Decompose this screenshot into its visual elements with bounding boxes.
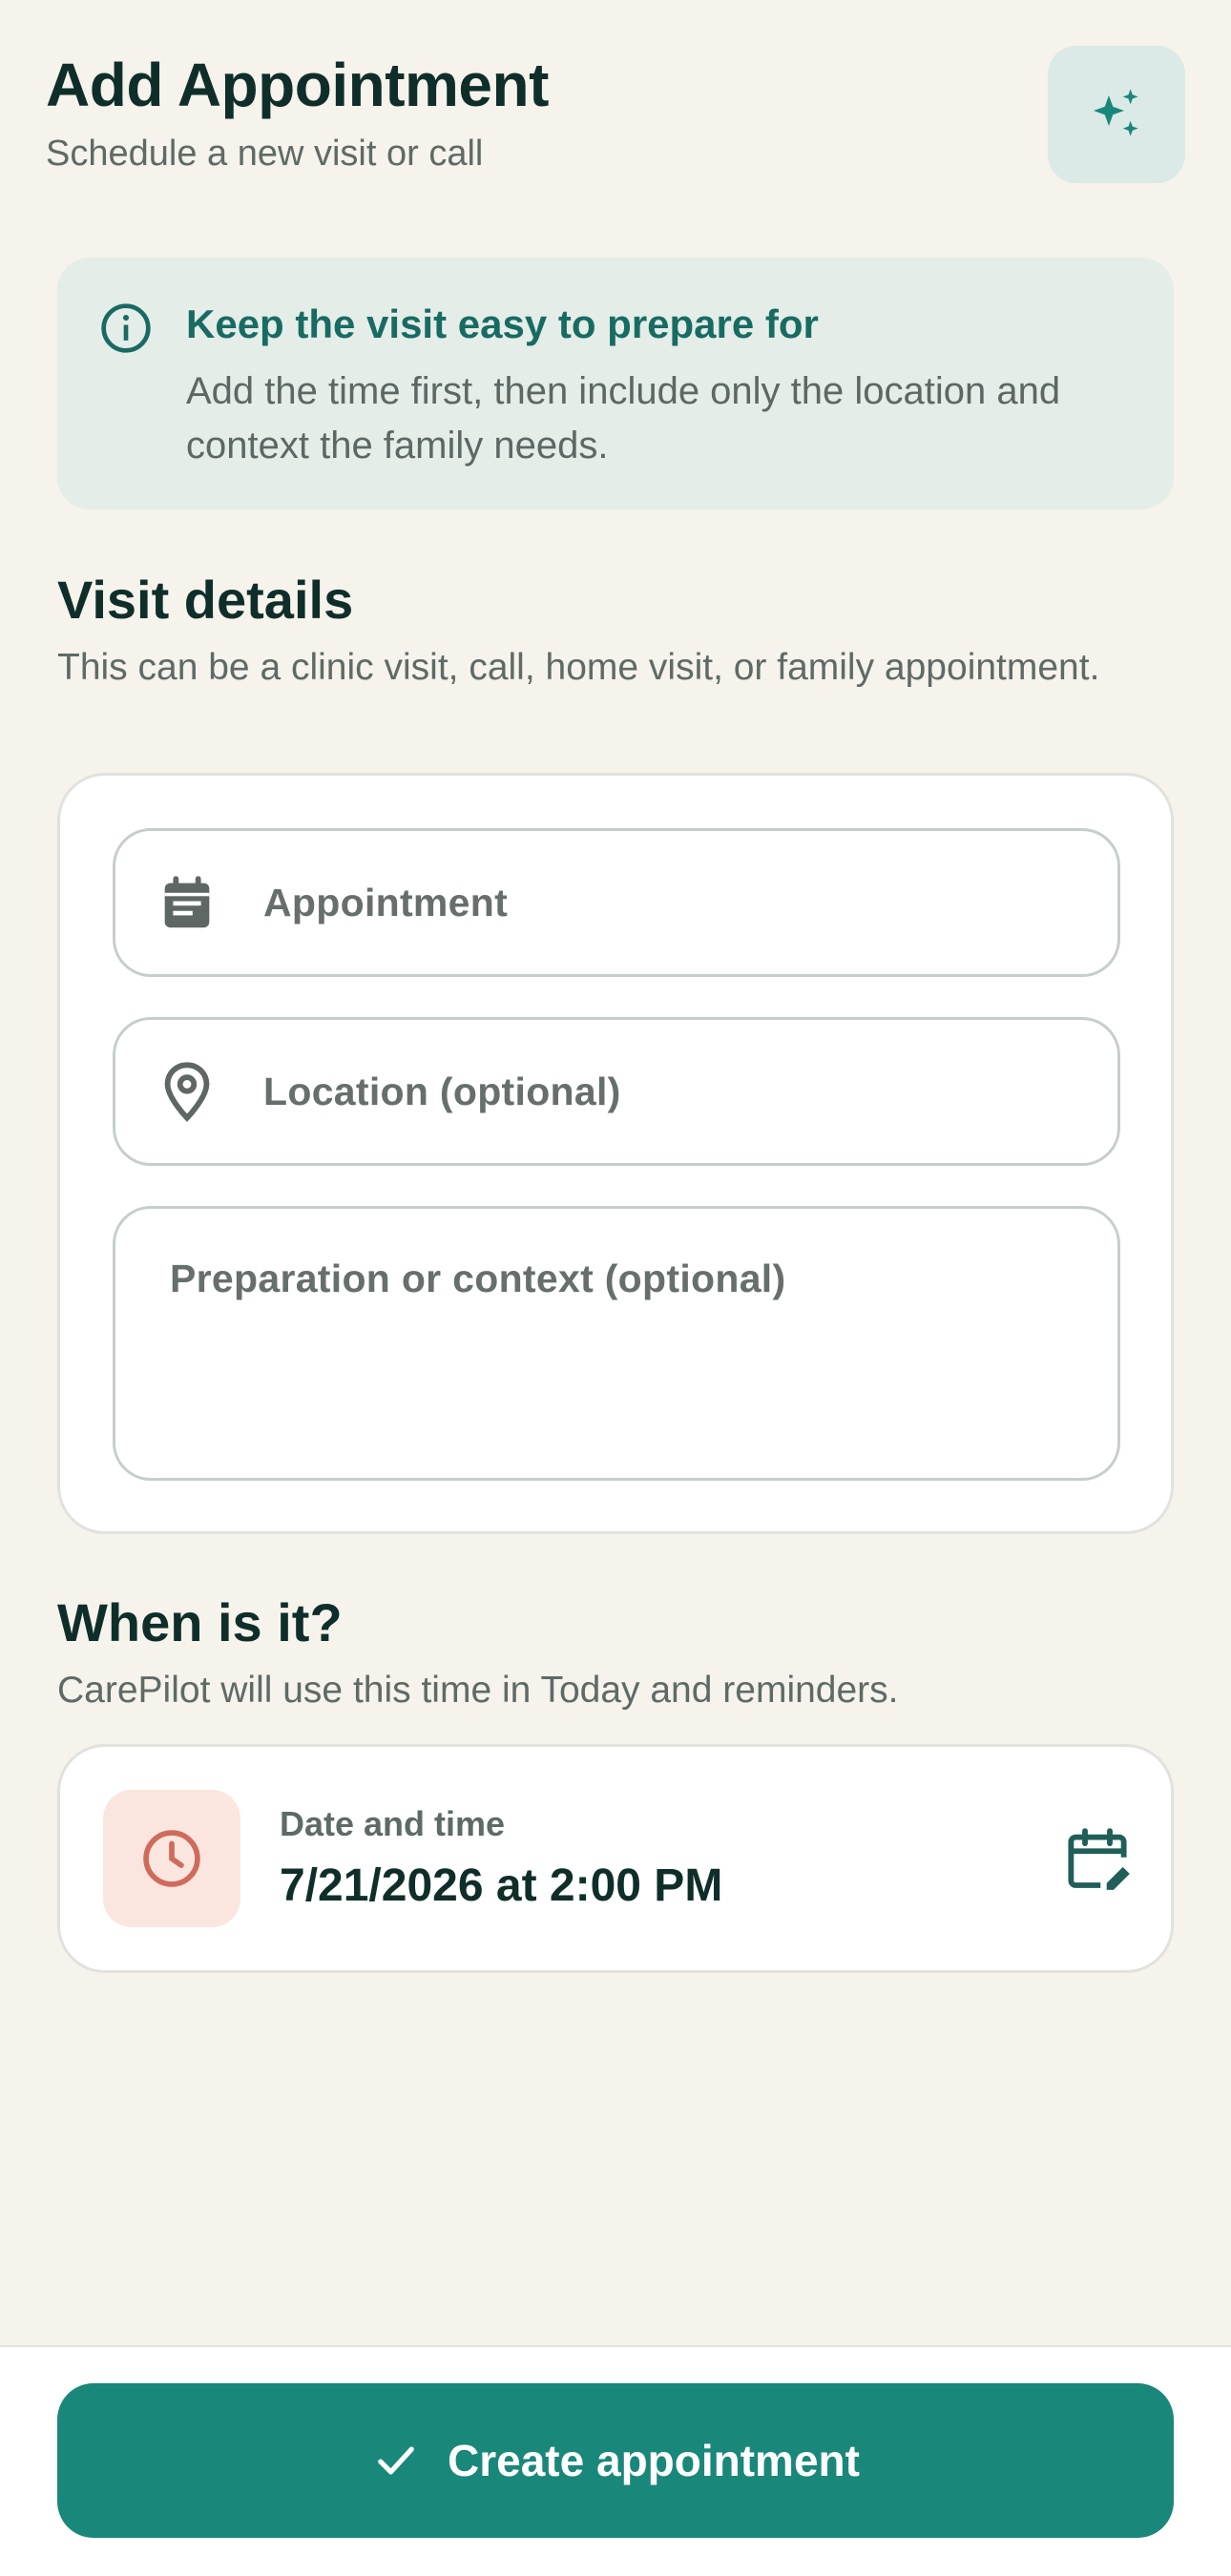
tip-title: Keep the visit easy to prepare for [186, 301, 819, 346]
date-time-card[interactable]: Date and time 7/21/2026 at 2:00 PM [57, 1744, 1174, 1973]
tip-card: Keep the visit easy to prepare for Add t… [57, 258, 1174, 509]
visit-details-title: Visit details [57, 570, 354, 630]
create-appointment-button[interactable]: Create appointment [57, 2383, 1174, 2538]
clock-icon-badge [103, 1790, 240, 1927]
calendar-icon [164, 876, 210, 928]
appointment-field[interactable]: Appointment [113, 828, 1120, 977]
location-pin-icon [164, 1062, 210, 1122]
context-textarea[interactable]: Preparation or context (optional) [113, 1206, 1120, 1481]
calendar-edit-icon[interactable] [1060, 1823, 1135, 1898]
date-time-value: 7/21/2026 at 2:00 PM [280, 1860, 723, 1911]
checkmark-icon [378, 2446, 414, 2475]
footer-bar: Create appointment [0, 2345, 1231, 2576]
sparkles-icon [1094, 89, 1138, 136]
page-header: Add Appointment Schedule a new visit or … [46, 46, 1185, 183]
clock-icon [143, 1830, 200, 1887]
date-time-label: Date and time [280, 1804, 506, 1843]
visit-details-subtitle: This can be a clinic visit, call, home v… [57, 647, 1100, 688]
info-icon [101, 303, 151, 353]
create-appointment-label: Create appointment [448, 2436, 860, 2485]
location-field[interactable]: Location (optional) [113, 1017, 1120, 1166]
appointment-placeholder: Appointment [263, 880, 509, 924]
magic-fill-button[interactable] [1048, 46, 1185, 183]
when-subtitle: CarePilot will use this time in Today an… [57, 1670, 899, 1711]
visit-details-card: Appointment Location (optional) Preparat… [57, 773, 1174, 1534]
page-subtitle: Schedule a new visit or call [46, 134, 484, 174]
when-title: When is it? [57, 1592, 343, 1652]
tip-body: Add the time first, then include only th… [186, 370, 1061, 467]
location-placeholder: Location (optional) [263, 1069, 621, 1113]
context-placeholder: Preparation or context (optional) [170, 1257, 786, 1300]
page-title: Add Appointment [46, 51, 549, 119]
